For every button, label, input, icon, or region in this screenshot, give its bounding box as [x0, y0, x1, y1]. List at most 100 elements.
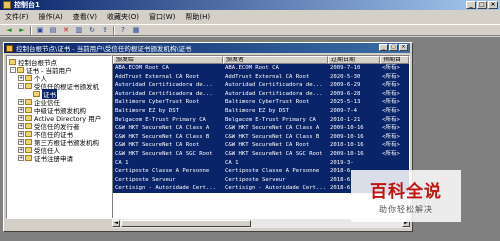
issued-by-cell: C&W HKT SecureNet CA Class B — [225, 133, 320, 140]
watermark-logo: 百科全说 助你轻松解决 — [351, 170, 461, 222]
issued-by-cell: C&W HKT SecureNet CA Root — [225, 142, 310, 149]
minimize-button[interactable]: _ — [466, 1, 476, 9]
expiration-cell: 2009-7-10 — [330, 65, 361, 71]
table-row[interactable]: C&W HKT SecureNet CA Class A C&W HKT Secu… — [113, 124, 409, 133]
issued-by-cell: Belgacom E-Trust Primary CA — [225, 116, 316, 123]
scroll-left-icon[interactable]: ◄ — [112, 220, 120, 227]
toolbar-separator — [113, 25, 115, 35]
mmc-window: 控制台1 _ □ × 文件(F) 操作(A) 查看(V) 收藏夹(O) 窗口(W… — [0, 0, 500, 241]
console-tree-icon[interactable]: ▦ — [131, 26, 141, 35]
tree-item[interactable]: - 受信任的根证书颁发机 — [18, 82, 99, 91]
menu-file[interactable]: 文件(F) — [0, 12, 34, 22]
table-row[interactable]: C&W HKT SecureNet CA SGC Root C&W HKT Sec… — [113, 149, 409, 159]
table-row[interactable]: C&W HKT SecureNet CA Root C&W HKT SecureN… — [113, 141, 409, 150]
issued-by-cell: CA 1 — [225, 159, 239, 166]
table-row[interactable]: CA 1 CA 1 2019-3- — [113, 158, 409, 168]
folder-icon — [25, 99, 32, 105]
show-tree-icon[interactable]: ▤ — [48, 26, 58, 35]
properties-icon[interactable]: ▥ — [74, 26, 84, 35]
issued-to-cell: C&W HKT SecureNet CA Class B — [115, 133, 210, 140]
expiration-cell: 2009-10-16 — [330, 133, 364, 140]
issued-to-cell: AddTrust External CA Root — [115, 73, 200, 80]
delete-icon[interactable]: ✕ — [61, 26, 71, 35]
purpose-cell: <所有> — [382, 99, 400, 106]
expiration-cell: 2025-5-13 — [330, 99, 361, 106]
purpose-cell: <所有> — [382, 73, 400, 80]
menu-action[interactable]: 操作(A) — [34, 12, 68, 22]
folder-icon — [25, 155, 32, 161]
menu-help[interactable]: 帮助(H) — [180, 12, 215, 22]
table-row[interactable]: ABA.ECOM Root CA ABA.ECOM Root CA 2009-7-1… — [113, 64, 409, 73]
expand-toggle-icon[interactable]: + — [18, 123, 24, 129]
expand-toggle-icon[interactable]: + — [18, 147, 24, 153]
folder-icon — [25, 123, 32, 129]
child-window-controls: _ □ × — [379, 44, 408, 51]
issued-to-cell: Baltimore CyberTrust Root — [115, 99, 200, 106]
back-arrow-icon[interactable]: ◄ — [4, 26, 14, 35]
toolbar: ◄ ► ▣ ▤ ✕ ▥ ↻ ⇪ ? ▦ — [0, 24, 500, 36]
issued-by-cell: Certisign - Autoridade Cert... — [225, 185, 327, 192]
title-bar: 控制台1 _ □ × — [0, 0, 500, 10]
issued-by-cell: Baltimore EZ by DST — [225, 107, 289, 114]
expand-toggle-icon[interactable]: + — [18, 99, 24, 105]
table-row[interactable]: Autoridad Certificadora de... Autoridad C… — [113, 89, 409, 99]
column-issued-by[interactable]: 颁发者 — [223, 56, 328, 64]
child-maximize-button[interactable]: □ — [389, 44, 398, 51]
window-controls: _ □ × — [466, 1, 498, 9]
watermark-subtitle: 助你轻松解决 — [379, 205, 433, 214]
purpose-cell: <所有> — [382, 125, 400, 132]
menu-view[interactable]: 查看(V) — [68, 12, 102, 22]
expiration-cell: 2009-10-16 — [330, 125, 364, 132]
expand-toggle-icon[interactable]: + — [18, 107, 24, 113]
scroll-thumb[interactable] — [121, 220, 251, 227]
help-icon[interactable]: ? — [118, 26, 128, 35]
folder-icon — [25, 147, 32, 153]
collapse-toggle-icon[interactable]: - — [10, 67, 16, 73]
up-folder-icon[interactable]: ▣ — [35, 26, 45, 35]
forward-arrow-icon[interactable]: ► — [17, 26, 27, 35]
menu-window[interactable]: 窗口(W) — [144, 12, 180, 22]
refresh-icon[interactable]: ↻ — [87, 26, 97, 35]
folder-icon — [25, 115, 32, 121]
table-row[interactable]: Baltimore CyberTrust Root Baltimore Cyber… — [113, 98, 409, 107]
purpose-cell: <所有> — [382, 142, 400, 149]
purpose-cell: <所有> — [382, 82, 400, 89]
child-window-title: 控制台根节点\证书 - 当前用户\受信任的根证书颁发机构\证书 — [16, 45, 192, 53]
column-issued-to[interactable]: 颁发给 — [113, 56, 223, 64]
close-button[interactable]: × — [488, 1, 498, 9]
issued-to-cell: C&W HKT SecureNet CA SGC Root — [115, 150, 213, 157]
child-title-bar: 控制台根节点\证书 - 当前用户\受信任的根证书颁发机构\证书 _ □ × — [4, 43, 410, 53]
table-row[interactable]: Belgacom E-Trust Primary CA Belgacom E-Tr… — [113, 115, 409, 125]
expand-toggle-icon[interactable]: + — [18, 131, 24, 137]
certificate-store-icon — [17, 67, 24, 73]
table-row[interactable]: C&W HKT SecureNet CA Class B C&W HKT Secu… — [113, 132, 409, 142]
expiration-cell: 2010-1-21 — [330, 116, 361, 123]
purpose-cell — [380, 159, 409, 168]
list-header: 颁发给 颁发者 过期日期 预期目 — [113, 56, 409, 64]
export-icon[interactable]: ⇪ — [100, 26, 110, 35]
collapse-toggle-icon[interactable]: - — [18, 83, 24, 89]
console-icon — [3, 1, 11, 9]
watermark-title: 百科全说 — [370, 182, 442, 202]
table-row[interactable]: Autoridad Certificadora de... Autoridad C… — [113, 81, 409, 90]
expand-toggle-icon[interactable]: + — [18, 139, 24, 145]
expand-toggle-icon[interactable]: + — [18, 75, 24, 81]
column-purpose[interactable]: 预期目 — [380, 56, 409, 64]
child-close-button[interactable]: × — [399, 44, 408, 51]
maximize-button[interactable]: □ — [477, 1, 487, 9]
expiration-cell: 2019-3- — [330, 159, 354, 166]
expiration-cell: 2009-10-16 — [330, 150, 364, 157]
purpose-cell: <所有> — [382, 133, 400, 140]
table-row[interactable]: Baltimore EZ by DST Baltimore EZ by DST 20… — [113, 106, 409, 116]
expand-toggle-icon[interactable]: + — [18, 115, 24, 121]
column-expiration[interactable]: 过期日期 — [328, 56, 380, 64]
table-row[interactable]: AddTrust External CA Root AddTrust Extern… — [113, 72, 409, 82]
console-tree: 控制台根节点 - 证书 - 当前用户 + 个人 - 受信任的根证书颁发机 证书 + 企业… — [6, 55, 112, 219]
folder-icon — [6, 44, 13, 52]
menu-favorites[interactable]: 收藏夹(O) — [102, 12, 144, 22]
expiration-cell: 2009-7-4 — [330, 107, 357, 114]
tree-item[interactable]: + 证书注册申请 — [18, 154, 73, 163]
expand-toggle-icon[interactable]: + — [18, 155, 24, 161]
child-minimize-button[interactable]: _ — [379, 44, 388, 51]
issued-by-cell: Certiposte Serveur — [225, 176, 286, 183]
